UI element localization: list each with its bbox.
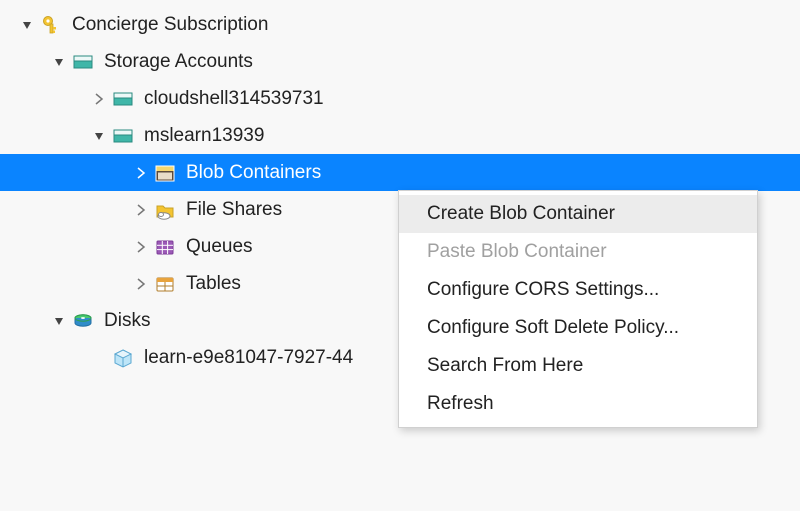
menu-configure-soft-delete[interactable]: Configure Soft Delete Policy... — [399, 309, 757, 347]
chevron-down-icon[interactable] — [92, 129, 106, 143]
chevron-right-icon[interactable] — [134, 166, 148, 180]
chevron-right-icon[interactable] — [134, 240, 148, 254]
menu-search-from-here[interactable]: Search From Here — [399, 347, 757, 385]
menu-create-blob-container[interactable]: Create Blob Container — [399, 195, 757, 233]
blob-containers-label: Blob Containers — [186, 162, 321, 184]
storage-accounts-label: Storage Accounts — [104, 51, 253, 73]
tree-node-storage-accounts[interactable]: Storage Accounts — [0, 43, 800, 80]
tree-node-blob-containers[interactable]: Blob Containers — [0, 154, 800, 191]
chevron-right-icon[interactable] — [134, 277, 148, 291]
storage-icon — [112, 125, 134, 147]
queues-label: Queues — [186, 236, 253, 258]
chevron-down-icon[interactable] — [52, 55, 66, 69]
chevron-down-icon[interactable] — [52, 314, 66, 328]
key-icon — [40, 14, 62, 36]
queues-icon — [154, 236, 176, 258]
tables-icon — [154, 273, 176, 295]
subscription-label: Concierge Subscription — [72, 14, 268, 36]
context-menu: Create Blob Container Paste Blob Contain… — [398, 190, 758, 428]
menu-refresh[interactable]: Refresh — [399, 385, 757, 423]
storage-account-label: mslearn13939 — [144, 125, 264, 147]
storage-icon — [112, 88, 134, 110]
tree-node-storage-account[interactable]: mslearn13939 — [0, 117, 800, 154]
disks-icon — [72, 310, 94, 332]
menu-paste-blob-container: Paste Blob Container — [399, 233, 757, 271]
chevron-right-icon[interactable] — [134, 203, 148, 217]
storage-account-label: cloudshell314539731 — [144, 88, 324, 110]
menu-configure-cors[interactable]: Configure CORS Settings... — [399, 271, 757, 309]
tree-node-subscription[interactable]: Concierge Subscription — [0, 6, 800, 43]
file-shares-label: File Shares — [186, 199, 282, 221]
expander-placeholder — [92, 351, 106, 365]
chevron-down-icon[interactable] — [20, 18, 34, 32]
blob-container-icon — [154, 162, 176, 184]
disk-item-label: learn-e9e81047-7927-44 — [144, 347, 353, 369]
tree-node-storage-account[interactable]: cloudshell314539731 — [0, 80, 800, 117]
disks-label: Disks — [104, 310, 150, 332]
storage-icon — [72, 51, 94, 73]
tables-label: Tables — [186, 273, 241, 295]
cube-icon — [112, 347, 134, 369]
file-share-icon — [154, 199, 176, 221]
chevron-right-icon[interactable] — [92, 92, 106, 106]
